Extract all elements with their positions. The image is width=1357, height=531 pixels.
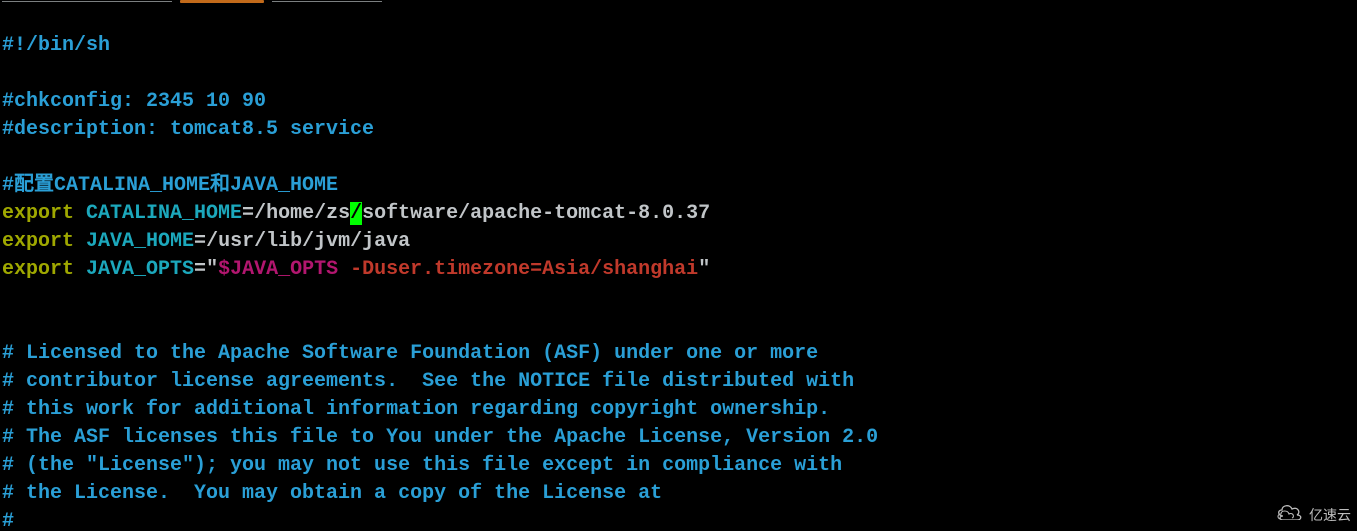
var-name: JAVA_OPTS (74, 258, 194, 281)
path-segment: software/apache-tomcat-8.0.37 (362, 202, 710, 225)
keyword-export: export (2, 258, 74, 281)
code-comment: # The ASF licenses this file to You unde… (2, 426, 878, 449)
keyword-export: export (2, 230, 74, 253)
eq: = (194, 258, 206, 281)
code-comment: #!/bin/sh (2, 34, 110, 57)
terminal-editor[interactable]: #!/bin/sh #chkconfig: 2345 10 90 #descri… (0, 0, 1357, 531)
quote: " (698, 258, 710, 281)
code-comment: # contributor license agreements. See th… (2, 370, 854, 393)
var-name: JAVA_HOME (74, 230, 194, 253)
editor-cursor: / (350, 202, 362, 225)
code-comment: # the License. You may obtain a copy of … (2, 482, 662, 505)
var-name: CATALINA_HOME (74, 202, 242, 225)
eq: = (242, 202, 254, 225)
watermark: 亿速云 (1275, 501, 1351, 529)
space (338, 258, 350, 281)
path-segment: /usr/lib/jvm/java (206, 230, 410, 253)
code-comment: # Licensed to the Apache Software Founda… (2, 342, 818, 365)
watermark-text: 亿速云 (1309, 501, 1351, 529)
quote: " (206, 258, 218, 281)
code-comment: #配置CATALINA_HOME和JAVA_HOME (2, 174, 338, 197)
keyword-export: export (2, 202, 74, 225)
eq: = (194, 230, 206, 253)
path-segment: /home/zs (254, 202, 350, 225)
code-comment: #description: tomcat8.5 service (2, 118, 374, 141)
cloud-icon (1275, 501, 1305, 529)
flag: -Duser.timezone=Asia/shanghai (350, 258, 698, 281)
code-comment: # (the "License"); you may not use this … (2, 454, 842, 477)
var-ref: $JAVA_OPTS (218, 258, 338, 281)
code-comment: #chkconfig: 2345 10 90 (2, 90, 266, 113)
code-comment: # (2, 510, 14, 531)
code-comment: # this work for additional information r… (2, 398, 830, 421)
